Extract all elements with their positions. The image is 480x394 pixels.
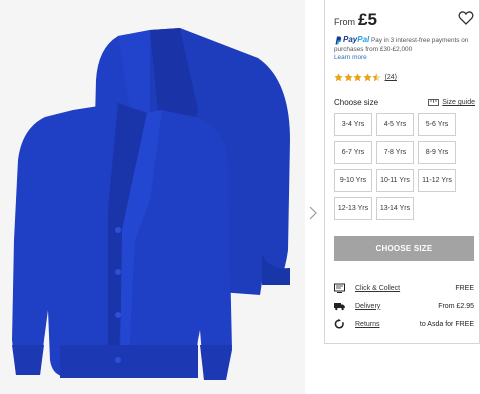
star-full-icon [353,73,362,82]
size-option[interactable]: 3-4 Yrs [334,113,372,136]
info-row-returns: Returns to Asda for FREE [334,317,474,331]
info-value: From £2.95 [438,302,474,310]
size-option[interactable]: 7-8 Yrs [376,141,414,164]
learn-more-link[interactable]: Learn more [334,54,479,62]
size-option[interactable]: 9-10 Yrs [334,169,372,192]
ruler-icon [428,99,440,106]
review-count-link[interactable]: (24) [385,74,397,81]
info-label[interactable]: Delivery [355,303,380,310]
info-label[interactable]: Click & Collect [355,285,400,292]
cardigan-pair-illustration [12,28,290,380]
size-option[interactable]: 5-6 Yrs [418,113,456,136]
paypal-brand: PayPal [343,35,369,44]
delivery-truck-icon [334,303,345,311]
front-cardigan [12,103,232,380]
size-option[interactable]: 12-13 Yrs [334,197,372,220]
size-header: Choose size Size guide [334,98,475,107]
size-option[interactable]: 13-14 Yrs [376,197,414,220]
info-value: FREE [455,284,474,292]
next-image-arrow-icon[interactable] [306,203,320,223]
paypal-brand-pay: Pay [343,35,358,45]
size-option[interactable]: 11-12 Yrs [418,169,456,192]
star-full-icon [343,73,353,82]
paypal-icon [335,36,342,45]
size-option[interactable]: 6-7 Yrs [334,141,372,164]
star-half-icon [372,73,381,82]
price-value: £5 [358,10,377,29]
paypal-promo: PayPal Pay in 3 interest-free payments o… [334,35,479,62]
size-guide-label: Size guide [442,99,475,106]
choose-size-button[interactable]: CHOOSE SIZE [334,236,474,261]
size-title: Choose size [334,98,379,107]
info-row-delivery: Delivery From £2.95 [334,299,474,313]
rating[interactable]: (24) [334,73,397,82]
price: From £5 [334,10,377,30]
size-option[interactable]: 4-5 Yrs [376,113,414,136]
favourite-heart-icon[interactable] [458,10,474,26]
star-full-icon [362,73,372,82]
paypal-brand-pal: Pal [357,35,370,45]
size-guide-link[interactable]: Size guide [428,99,475,106]
returns-icon [334,319,344,329]
info-value: to Asda for FREE [419,320,474,328]
size-grid: 3-4 Yrs 4-5 Yrs 5-6 Yrs 6-7 Yrs 7-8 Yrs … [334,113,460,220]
click-collect-icon [334,283,345,293]
info-row-click-collect: Click & Collect FREE [334,281,474,295]
price-prefix: From [334,17,355,27]
size-option[interactable]: 10-11 Yrs [376,169,414,192]
info-label[interactable]: Returns [355,321,380,328]
size-option[interactable]: 8-9 Yrs [418,141,456,164]
star-full-icon [334,73,343,82]
product-image[interactable] [0,0,305,394]
product-purchase-panel: From £5 PayPal Pay in 3 interest-free pa… [324,0,480,344]
